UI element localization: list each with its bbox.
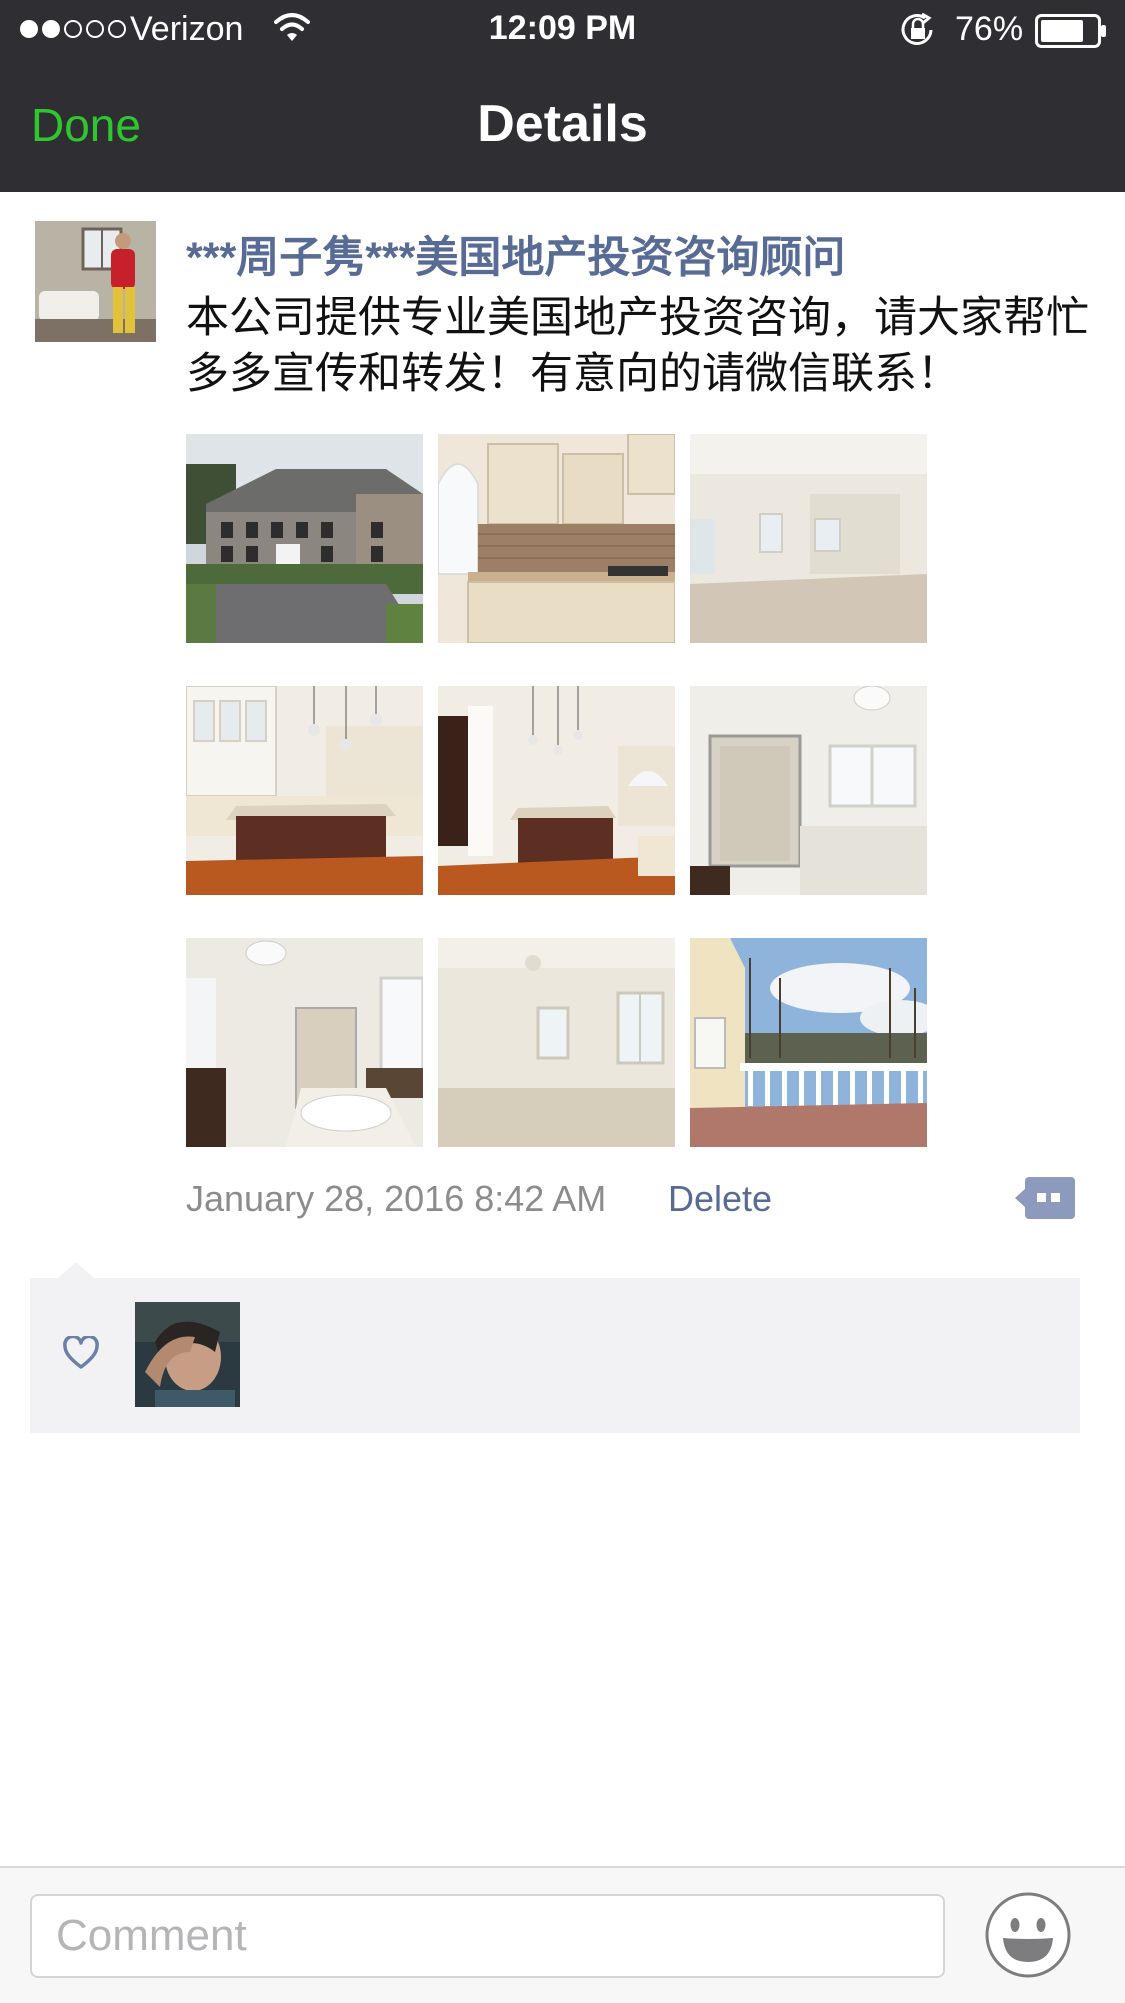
author-avatar-image <box>35 221 156 342</box>
comment-bar <box>0 1866 1125 2003</box>
kitchen-island-photo-2[interactable] <box>438 686 675 895</box>
bathroom-shower-photo[interactable] <box>690 686 927 895</box>
likes-panel-pointer <box>58 1262 94 1278</box>
rotation-lock-icon <box>901 12 933 45</box>
delete-button[interactable]: Delete <box>668 1178 772 1220</box>
comment-input[interactable] <box>30 1894 945 1978</box>
status-bar: Verizon 12:09 PM 76% <box>0 0 1125 62</box>
photo-grid <box>186 434 927 1148</box>
bedroom-photo[interactable] <box>438 938 675 1147</box>
post-timestamp: January 28, 2016 8:42 AM <box>186 1178 607 1219</box>
smiley-icon[interactable] <box>985 1892 1071 1978</box>
empty-room-photo[interactable] <box>690 434 927 643</box>
likes-panel <box>30 1278 1080 1433</box>
heart-icon <box>63 1336 99 1369</box>
author-name[interactable]: ***周子隽***美国地产投资咨询顾问 <box>186 223 845 285</box>
battery-icon <box>1035 14 1106 48</box>
page-title: Details <box>477 95 648 153</box>
exterior-house-photo[interactable] <box>186 434 423 643</box>
navigation-bar: Done Details <box>0 62 1125 192</box>
post-text: 本公司提供专业美国地产投资咨询，请大家帮忙多多宣传和转发！有意向的请微信联系！ <box>186 294 1089 398</box>
kitchen-cabinets-photo[interactable] <box>438 434 675 643</box>
author-avatar[interactable] <box>35 221 156 342</box>
master-bath-photo[interactable] <box>186 938 423 1147</box>
battery-percentage: 76% <box>955 10 1024 48</box>
deck-photo[interactable] <box>690 938 927 1147</box>
kitchen-island-photo[interactable] <box>186 686 423 895</box>
liker-avatar[interactable] <box>135 1302 240 1407</box>
comment-options-icon[interactable] <box>1015 1177 1075 1219</box>
